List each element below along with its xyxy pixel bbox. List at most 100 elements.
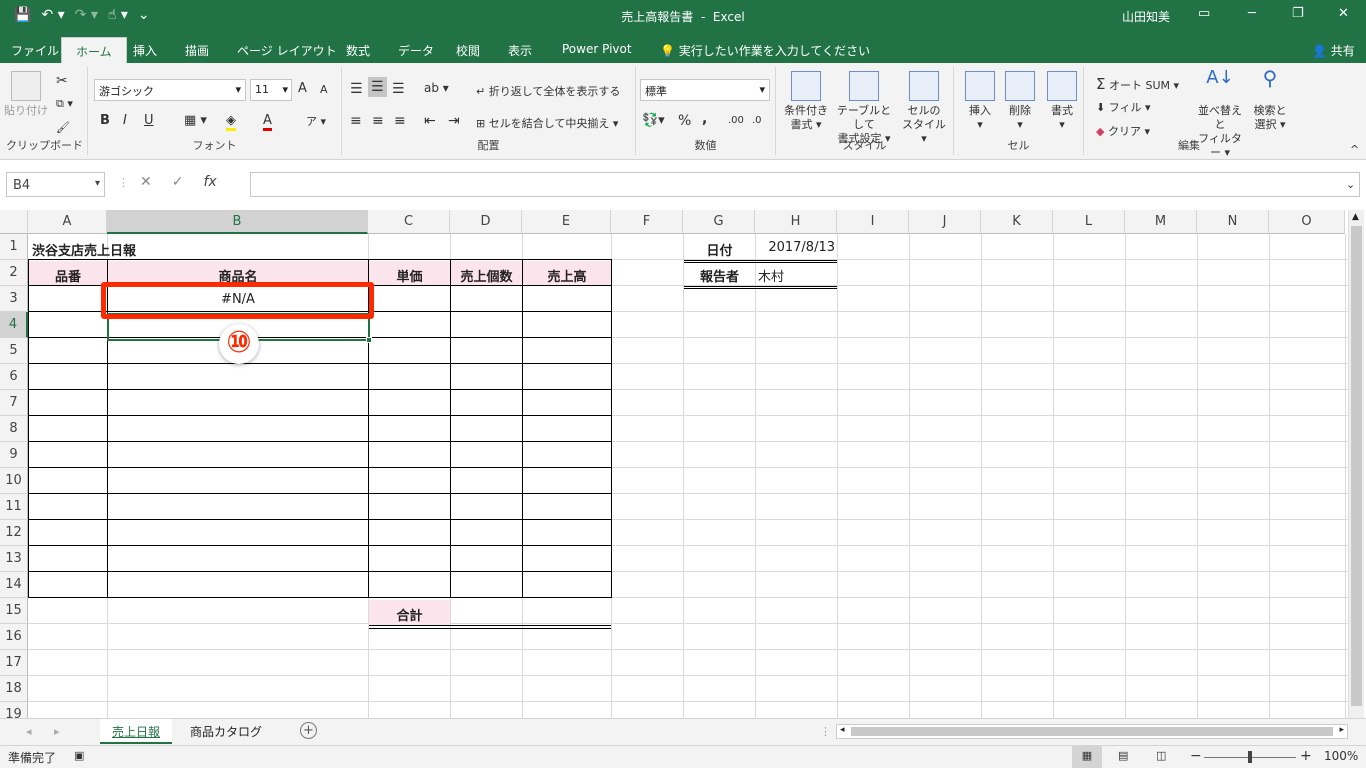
column-header-a[interactable]: A <box>28 210 107 234</box>
font-size-select[interactable]: 11 ▾ <box>250 79 292 101</box>
row-header-13[interactable]: 13 <box>0 546 28 572</box>
ribbon-display-options-icon[interactable]: ▭ <box>1198 6 1210 21</box>
header-quantity[interactable]: 売上個数 <box>451 261 522 286</box>
scroll-up-icon[interactable]: ▲ <box>1352 212 1359 222</box>
align-top-icon[interactable]: ☰ <box>350 81 363 97</box>
align-right-icon[interactable]: ≡ <box>394 113 406 129</box>
row-header-12[interactable]: 12 <box>0 520 28 546</box>
row-header-14[interactable]: 14 <box>0 572 28 598</box>
orientation-icon[interactable]: ab ▾ <box>424 81 449 95</box>
row-header-1[interactable]: 1 <box>0 234 28 260</box>
column-header-h[interactable]: H <box>755 210 837 234</box>
tab-insert[interactable]: 挿入 <box>133 42 157 59</box>
row-header-17[interactable]: 17 <box>0 650 28 676</box>
align-left-icon[interactable]: ≡ <box>350 113 362 129</box>
increase-indent-icon[interactable]: ⇥ <box>448 113 460 129</box>
tab-data[interactable]: データ <box>398 42 434 59</box>
total-label[interactable]: 合計 <box>369 600 450 625</box>
row-header-9[interactable]: 9 <box>0 442 28 468</box>
phonetic-icon[interactable]: ア ▾ <box>306 113 326 129</box>
paste-button[interactable]: 貼り付け <box>4 71 48 118</box>
column-header-k[interactable]: K <box>981 210 1053 234</box>
tab-review[interactable]: 校閲 <box>456 42 480 59</box>
row-header-5[interactable]: 5 <box>0 338 28 364</box>
grow-font-button[interactable]: A <box>298 81 307 96</box>
zoom-slider[interactable] <box>1204 751 1296 763</box>
column-header-o[interactable]: O <box>1269 210 1345 234</box>
comma-button[interactable]: , <box>702 111 707 127</box>
row-header-7[interactable]: 7 <box>0 390 28 416</box>
accounting-format-icon[interactable]: 💱▾ <box>642 113 665 128</box>
reporter-value[interactable]: 木村 <box>758 266 784 285</box>
column-header-f[interactable]: F <box>611 210 683 234</box>
italic-button[interactable]: I <box>123 113 127 128</box>
row-header-3[interactable]: 3 <box>0 286 28 312</box>
format-cells-button[interactable]: 書式 ▾ <box>1042 71 1082 132</box>
date-label[interactable]: 日付 <box>684 240 755 259</box>
horizontal-scrollbar[interactable]: ◂ ▸ <box>836 724 1348 739</box>
header-sales[interactable]: 売上高 <box>523 261 611 286</box>
increase-decimal-button[interactable]: .00 <box>728 115 744 126</box>
name-box[interactable]: B4 ▾ <box>6 172 105 197</box>
percent-button[interactable]: % <box>678 113 691 129</box>
report-title[interactable]: 渋谷支店売上日報 <box>32 240 136 259</box>
row-header-15[interactable]: 15 <box>0 598 28 624</box>
number-format-select[interactable]: 標準 ▾ <box>640 79 770 101</box>
cut-icon[interactable]: ✂ <box>56 73 68 89</box>
user-name[interactable]: 山田知美 <box>1122 8 1170 25</box>
header-item-number[interactable]: 品番 <box>29 261 107 286</box>
expand-formula-bar-icon[interactable]: ⌄ <box>1346 178 1355 191</box>
row-header-10[interactable]: 10 <box>0 468 28 494</box>
column-header-e[interactable]: E <box>522 210 611 234</box>
reporter-label[interactable]: 報告者 <box>684 266 755 285</box>
enter-icon[interactable]: ✓ <box>172 174 184 190</box>
scroll-right-icon[interactable]: ▸ <box>1339 725 1344 735</box>
column-header-c[interactable]: C <box>368 210 450 234</box>
insert-cells-button[interactable]: 挿入 ▾ <box>960 71 1000 132</box>
row-header-11[interactable]: 11 <box>0 494 28 520</box>
decrease-indent-icon[interactable]: ⇤ <box>424 113 436 129</box>
page-break-view-icon[interactable]: ◫ <box>1156 749 1166 762</box>
insert-function-button[interactable]: fx <box>203 174 216 190</box>
normal-view-icon[interactable]: ▦ <box>1072 746 1102 768</box>
tab-page-layout[interactable]: ページ レイアウト <box>237 42 337 59</box>
align-middle-icon[interactable]: ☰ <box>368 77 387 97</box>
zoom-out-icon[interactable]: − <box>1190 748 1202 764</box>
row-header-4[interactable]: 4 <box>0 312 28 338</box>
column-header-d[interactable]: D <box>450 210 522 234</box>
delete-cells-button[interactable]: 削除 ▾ <box>1000 71 1040 132</box>
fill-button[interactable]: ⬇ フィル ▾ <box>1096 99 1151 115</box>
borders-icon[interactable]: ▦ ▾ <box>184 113 207 128</box>
tab-formulas[interactable]: 数式 <box>346 42 370 59</box>
column-header-l[interactable]: L <box>1053 210 1125 234</box>
new-sheet-button[interactable]: + <box>300 722 317 739</box>
collapse-ribbon-icon[interactable]: ^ <box>1350 143 1359 156</box>
bold-button[interactable]: B <box>100 113 110 128</box>
format-as-table-button[interactable]: テーブルとして 書式設定 ▾ <box>832 71 896 146</box>
column-header-n[interactable]: N <box>1197 210 1269 234</box>
tab-power-pivot[interactable]: Power Pivot <box>562 42 632 56</box>
share-button[interactable]: 👤 共有 <box>1312 42 1355 59</box>
row-header-19[interactable]: 19 <box>0 702 28 718</box>
merge-center-button[interactable]: ⊞ セルを結合して中央揃え ▾ <box>476 115 618 131</box>
column-header-m[interactable]: M <box>1125 210 1197 234</box>
column-header-b[interactable]: B <box>107 210 368 234</box>
wrap-text-button[interactable]: ↵ 折り返して全体を表示する <box>476 83 620 99</box>
column-header-i[interactable]: I <box>837 210 909 234</box>
row-header-18[interactable]: 18 <box>0 676 28 702</box>
date-value[interactable]: 2017/8/13 <box>756 240 837 255</box>
scroll-left-icon[interactable]: ◂ <box>840 725 845 735</box>
font-name-select[interactable]: 游ゴシック ▾ <box>94 79 246 101</box>
shrink-font-button[interactable]: A <box>320 83 328 96</box>
close-icon[interactable]: ✕ <box>1338 6 1349 21</box>
tab-view[interactable]: 表示 <box>508 42 532 59</box>
select-all-corner[interactable] <box>0 210 28 234</box>
font-color-button[interactable]: A <box>263 113 272 131</box>
decrease-decimal-button[interactable]: .0 <box>752 115 762 126</box>
header-unit-price[interactable]: 単価 <box>369 261 450 286</box>
column-header-g[interactable]: G <box>683 210 755 234</box>
tell-me-box[interactable]: 💡 実行したい作業を入力してください <box>660 42 870 59</box>
cancel-icon[interactable]: ✕ <box>140 174 152 190</box>
zoom-slider-thumb[interactable] <box>1248 751 1252 763</box>
fill-color-icon[interactable]: ◈ <box>226 113 236 131</box>
